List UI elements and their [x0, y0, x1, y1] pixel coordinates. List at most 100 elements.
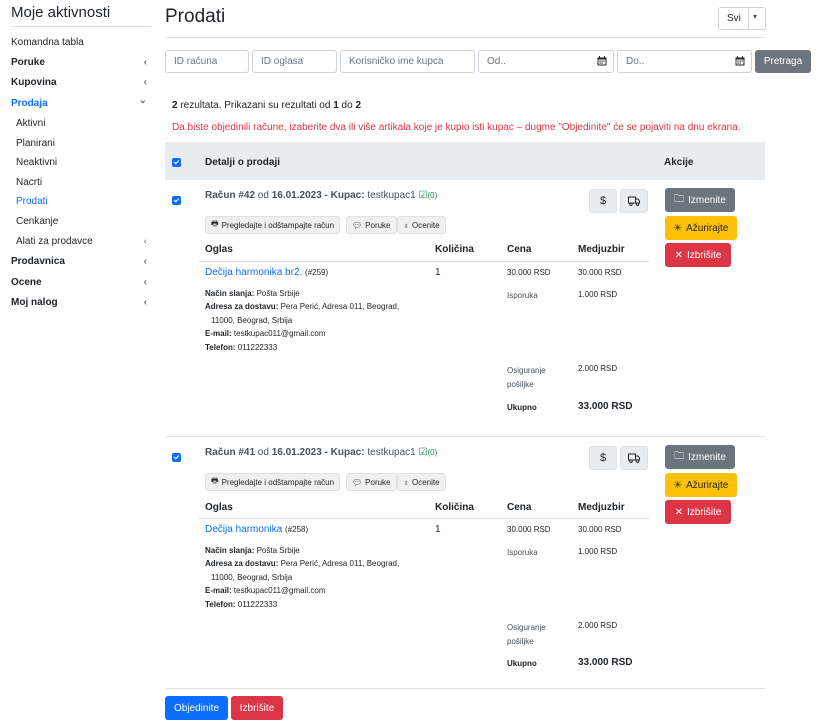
- select-all-checkbox[interactable]: [172, 158, 181, 167]
- sidebar-item-drafts[interactable]: Nacrti: [16, 176, 151, 190]
- sidebar-item-dashboard[interactable]: Komandna tabla: [11, 36, 151, 50]
- sidebar-title: Moje aktivnosti: [11, 4, 111, 21]
- item-price: 30.000 RSD: [507, 525, 551, 534]
- total-value: 33.000 RSD: [578, 401, 633, 412]
- status-filter-select[interactable]: Svi ▾: [718, 7, 766, 30]
- sidebar-item-purchases[interactable]: Kupovina ‹: [11, 76, 151, 90]
- delete-button[interactable]: ✕ Izbrišite: [665, 243, 731, 267]
- ad-column-header: Oglas: [205, 502, 233, 513]
- results-text: rezultata. Prikazani su rezultati od: [177, 100, 334, 111]
- invoice-label: Račun #: [205, 190, 244, 201]
- sidebar-item-label: Planirani: [16, 138, 55, 149]
- insurance-label-2: pošiljke: [507, 637, 534, 646]
- qty-column-header: Količina: [435, 502, 474, 513]
- merge-button[interactable]: Objedinite: [165, 696, 228, 720]
- chevron-left-icon: ‹: [143, 77, 147, 88]
- print-invoice-button[interactable]: 🖶 Pregledajte i odštampajte račun: [205, 216, 341, 234]
- calendar-icon[interactable]: [597, 56, 607, 66]
- calendar-icon[interactable]: [735, 56, 745, 66]
- rate-button[interactable]: ♁ Ocenite: [397, 216, 446, 234]
- buyer-username-input[interactable]: Korisničko ime kupca: [340, 50, 475, 73]
- phone-label: Telefon:: [205, 343, 236, 352]
- item-link[interactable]: Dečija harmonika: [205, 524, 282, 535]
- shipping-button[interactable]: [620, 189, 648, 213]
- actions-header: Akcije: [664, 157, 694, 168]
- address-line-2: 11000, Beograd, Srbija: [211, 316, 293, 325]
- item-link[interactable]: Dečija harmonika br2.: [205, 267, 302, 278]
- invoice-id-input[interactable]: ID računa: [165, 50, 249, 73]
- chevron-left-icon: ‹: [143, 297, 147, 308]
- edit-button[interactable]: 🗀 Izmenite: [665, 445, 735, 469]
- order-divider: [165, 436, 765, 437]
- delivery-label: Isporuka: [507, 291, 538, 300]
- bulk-delete-button[interactable]: Izbrišite: [231, 696, 283, 720]
- delete-button[interactable]: ✕ Izbrišite: [665, 500, 731, 524]
- sidebar-item-seller-tools[interactable]: Alati za prodavce ‹: [16, 235, 151, 249]
- item-id: (#258): [285, 525, 309, 534]
- update-label: Ažurirajte: [686, 479, 729, 491]
- rate-button[interactable]: ♁ Ocenite: [397, 473, 446, 491]
- update-button[interactable]: ✳ Ažurirajte: [665, 216, 737, 240]
- buyer-email: E-mail: testkupac011@gmail.com: [205, 329, 325, 338]
- sidebar-item-account[interactable]: Moj nalog ‹: [11, 296, 151, 310]
- total-label: Ukupno: [507, 403, 537, 412]
- buyer-phone: Telefon: 011222333: [205, 600, 277, 609]
- messages-button[interactable]: 💬︎ Poruke: [346, 473, 397, 491]
- rating-count: (0): [427, 191, 438, 200]
- sidebar-item-label: Prodati: [16, 196, 48, 207]
- chevron-left-icon: ‹: [143, 236, 147, 247]
- sidebar-item-planned[interactable]: Planirani: [16, 137, 151, 151]
- invoice-id-placeholder: ID računa: [174, 56, 218, 67]
- address-line-2: 11000, Beograd, Srbija: [211, 573, 293, 582]
- print-invoice-button[interactable]: 🖶 Pregledajte i odštampajte račun: [205, 473, 341, 491]
- ad-id-input[interactable]: ID oglasa: [252, 50, 337, 73]
- sidebar-item-store[interactable]: Prodavnica ‹: [11, 255, 151, 269]
- messages-label: Poruke: [365, 477, 391, 487]
- order-divider: [165, 688, 765, 689]
- messages-label: Poruke: [365, 220, 391, 230]
- shipping-method-value: Pošta Srbije: [256, 289, 300, 298]
- edit-button[interactable]: 🗀 Izmenite: [665, 188, 735, 212]
- close-icon: ✕: [674, 249, 683, 261]
- results-to: 2: [355, 100, 362, 111]
- sidebar-item-inactive[interactable]: Neaktivni: [16, 156, 151, 170]
- sidebar-divider: [11, 26, 151, 27]
- phone-label: Telefon:: [205, 600, 236, 609]
- invoice-number: 42: [243, 190, 256, 201]
- printer-icon: 🖶: [211, 219, 219, 228]
- total-label: Ukupno: [507, 659, 537, 668]
- item-qty: 1: [435, 267, 441, 278]
- order-checkbox[interactable]: [172, 196, 181, 205]
- sidebar-item-bargaining[interactable]: Cenkanje: [16, 215, 151, 229]
- buyer-name: testkupac1: [367, 190, 416, 201]
- date-to-input[interactable]: Do..: [617, 50, 752, 73]
- messages-button[interactable]: 💬︎ Poruke: [346, 216, 397, 234]
- update-button[interactable]: ✳ Ažurirajte: [665, 473, 737, 497]
- date-from-input[interactable]: Od..: [478, 50, 614, 73]
- folder-icon: 🗀: [674, 450, 685, 462]
- sidebar-item-active[interactable]: Aktivni: [16, 117, 151, 131]
- payment-button[interactable]: $: [589, 189, 617, 213]
- details-header: Detalji o prodaji: [205, 157, 281, 168]
- sidebar-item-sales[interactable]: Prodaja ⌄: [11, 95, 151, 111]
- sidebar-item-sold[interactable]: Prodati: [16, 195, 151, 209]
- item-subtotal: 30.000 RSD: [578, 525, 622, 534]
- insurance-value: 2.000 RSD: [578, 364, 618, 373]
- payment-button[interactable]: $: [589, 446, 617, 470]
- table-header: Detalji o prodaji Akcije: [165, 142, 765, 180]
- close-icon: ✕: [674, 506, 683, 518]
- search-button[interactable]: Pretraga: [755, 50, 811, 73]
- chevron-left-icon: ‹: [143, 256, 147, 267]
- edit-label: Izmenite: [688, 194, 726, 206]
- sidebar-item-label: Alati za prodavce: [16, 236, 93, 247]
- sidebar-item-messages[interactable]: Poruke ‹: [11, 56, 151, 70]
- order-checkbox[interactable]: [172, 453, 181, 462]
- shipping-button[interactable]: [620, 446, 648, 470]
- rating-count: (0): [427, 448, 438, 457]
- ad-id-placeholder: ID oglasa: [261, 56, 304, 67]
- sidebar-item-ratings[interactable]: Ocene ‹: [11, 276, 151, 290]
- order-header: Račun #41 od 16.01.2023 - Kupac: testkup…: [205, 447, 438, 458]
- rate-label: Ocenite: [412, 220, 440, 230]
- chevron-left-icon: ‹: [143, 57, 147, 68]
- item-row: Dečija harmonika br2. (#259): [205, 267, 328, 278]
